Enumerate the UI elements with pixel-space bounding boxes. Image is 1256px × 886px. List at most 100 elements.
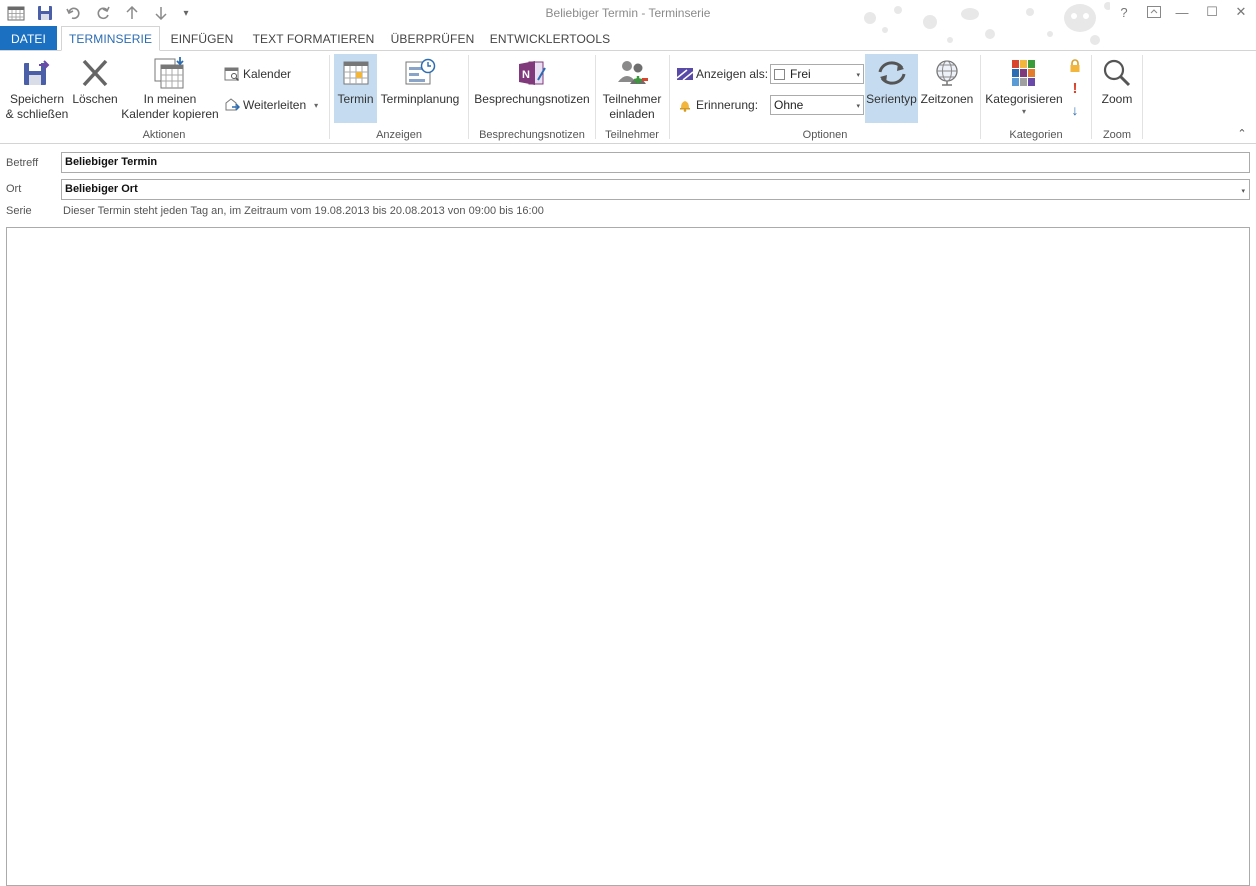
series-description: Dieser Termin steht jeden Tag an, im Zei… [63, 205, 544, 217]
ribbon-display-options-icon[interactable] [1141, 2, 1167, 22]
tab-datei[interactable]: DATEI [0, 26, 57, 51]
save-and-close-button[interactable]: Speichern & schließen [4, 54, 70, 124]
group-label-optionen: Optionen [802, 129, 848, 141]
categorize-label: Kategorisieren [985, 92, 1063, 106]
copy-label-1: In meinen [143, 92, 197, 106]
recurrence-arrows-icon [875, 54, 909, 92]
tab-entwicklertools[interactable]: ENTWICKLERTOOLS [488, 26, 612, 51]
calendar-button[interactable]: Kalender [223, 64, 291, 84]
people-add-icon [615, 54, 649, 92]
show-as-icon [676, 65, 694, 83]
group-separator [329, 55, 330, 139]
magnifier-icon [1102, 54, 1132, 92]
reminder-label: Erinnerung: [696, 98, 759, 112]
calendar-search-icon [223, 65, 241, 83]
minimize-button[interactable]: — [1169, 2, 1195, 22]
forward-icon [223, 96, 241, 114]
low-importance-icon[interactable]: ↓ [1067, 102, 1083, 120]
high-importance-icon[interactable]: ! [1067, 80, 1083, 98]
group-label-zoom: Zoom [1102, 129, 1132, 141]
series-label: Serie [6, 205, 32, 217]
svg-text:N: N [522, 69, 530, 81]
title-bar: ▾ Beliebiger Termin - Terminserie ? — ☐ … [0, 0, 1256, 45]
terminplanung-label: Terminplanung [380, 92, 460, 106]
show-as-label: Anzeigen als: [696, 67, 769, 81]
zoom-label: Zoom [1101, 92, 1133, 106]
meeting-notes-label: Besprechungsnotizen [474, 92, 590, 106]
copy-to-calendar-icon [152, 54, 188, 92]
globe-icon [932, 54, 962, 92]
subject-value: Beliebiger Termin [65, 156, 158, 168]
view-termin-button[interactable]: Termin [334, 54, 377, 123]
termin-label: Termin [337, 92, 374, 106]
copy-label-2: Kalender kopieren [121, 107, 219, 121]
location-input[interactable]: Beliebiger Ort ▾ [61, 179, 1250, 200]
scheduling-clock-icon [404, 54, 436, 92]
location-value: Beliebiger Ort [65, 183, 138, 195]
ribbon: Speichern & schließen Löschen In meinen … [0, 50, 1256, 144]
group-separator [468, 55, 469, 139]
subject-input[interactable]: Beliebiger Termin [61, 152, 1250, 173]
close-button[interactable]: ✕ [1228, 2, 1254, 22]
meeting-notes-button[interactable]: N Besprechungsnotizen [472, 54, 592, 124]
calendar-label: Kalender [243, 67, 292, 81]
help-button[interactable]: ? [1111, 2, 1137, 22]
zeitzonen-label: Zeitzonen [920, 92, 974, 106]
free-status-swatch [774, 68, 785, 80]
show-as-select[interactable]: Frei ▾ [770, 64, 864, 84]
maximize-button[interactable]: ☐ [1199, 2, 1225, 22]
forward-label: Weiterleiten [243, 98, 307, 112]
group-label-teilnehmer: Teilnehmer [605, 129, 659, 141]
body-editor[interactable] [6, 227, 1250, 886]
window-title: Beliebiger Termin - Terminserie [545, 6, 711, 20]
private-lock-icon[interactable] [1068, 59, 1084, 75]
collapse-ribbon-icon[interactable]: ⌃ [1234, 127, 1250, 141]
group-label-kategorien: Kategorien [1009, 129, 1063, 141]
reminder-select[interactable]: Ohne ▾ [770, 95, 864, 115]
forward-button[interactable]: Weiterleiten ▾ [223, 95, 318, 115]
delete-x-icon [79, 54, 111, 92]
serientyp-label: Serientyp [866, 92, 917, 106]
save-close-label-1: Speichern [9, 92, 65, 106]
bell-icon [676, 96, 694, 114]
categorize-button[interactable]: Kategorisieren ▾ [984, 54, 1064, 124]
appointment-calendar-icon [342, 54, 370, 92]
group-label-aktionen: Aktionen [142, 129, 186, 141]
group-separator [595, 55, 596, 139]
recurrence-button[interactable]: Serientyp [865, 54, 918, 123]
zoom-button[interactable]: Zoom [1095, 54, 1139, 124]
group-label-anzeigen: Anzeigen [376, 129, 422, 141]
show-as-label-row: Anzeigen als: [676, 64, 768, 84]
group-label-besprechungsnotizen: Besprechungsnotizen [479, 129, 585, 141]
tab-ueberpruefen[interactable]: ÜBERPRÜFEN [389, 26, 476, 51]
location-dropdown-icon[interactable]: ▾ [1241, 187, 1245, 195]
tab-einfuegen[interactable]: EINFÜGEN [166, 26, 238, 51]
reminder-label-row: Erinnerung: [676, 95, 758, 115]
categorize-dropdown-icon: ▾ [1021, 107, 1026, 116]
save-and-close-icon [21, 54, 53, 92]
location-label: Ort [6, 183, 22, 195]
ribbon-tabs: DATEI TERMINSERIE EINFÜGEN TEXT FORMATIE… [0, 26, 1256, 51]
delete-label: Löschen [72, 92, 118, 106]
invite-label-2: einladen [609, 107, 655, 121]
group-separator [669, 55, 670, 139]
tab-text-formatieren[interactable]: TEXT FORMATIEREN [250, 26, 377, 51]
color-categories-icon [1011, 54, 1037, 92]
reminder-value: Ohne [774, 98, 804, 112]
forward-dropdown-icon[interactable]: ▾ [314, 101, 318, 110]
group-separator [1142, 55, 1143, 139]
time-zones-button[interactable]: Zeitzonen [919, 54, 975, 124]
group-separator [1091, 55, 1092, 139]
invite-label-1: Teilnehmer [602, 92, 662, 106]
save-close-label-2: & schließen [5, 107, 69, 121]
chevron-down-icon: ▾ [856, 103, 860, 110]
delete-button[interactable]: Löschen [71, 54, 119, 124]
group-separator [980, 55, 981, 139]
subject-label: Betreff [6, 157, 39, 169]
show-as-value: Frei [790, 67, 811, 81]
tab-terminserie[interactable]: TERMINSERIE [61, 26, 160, 51]
invite-attendees-button[interactable]: Teilnehmer einladen [599, 54, 665, 124]
scheduling-button[interactable]: Terminplanung [378, 54, 462, 124]
copy-to-calendar-button[interactable]: In meinen Kalender kopieren [120, 54, 220, 124]
onenote-icon: N [517, 54, 547, 92]
